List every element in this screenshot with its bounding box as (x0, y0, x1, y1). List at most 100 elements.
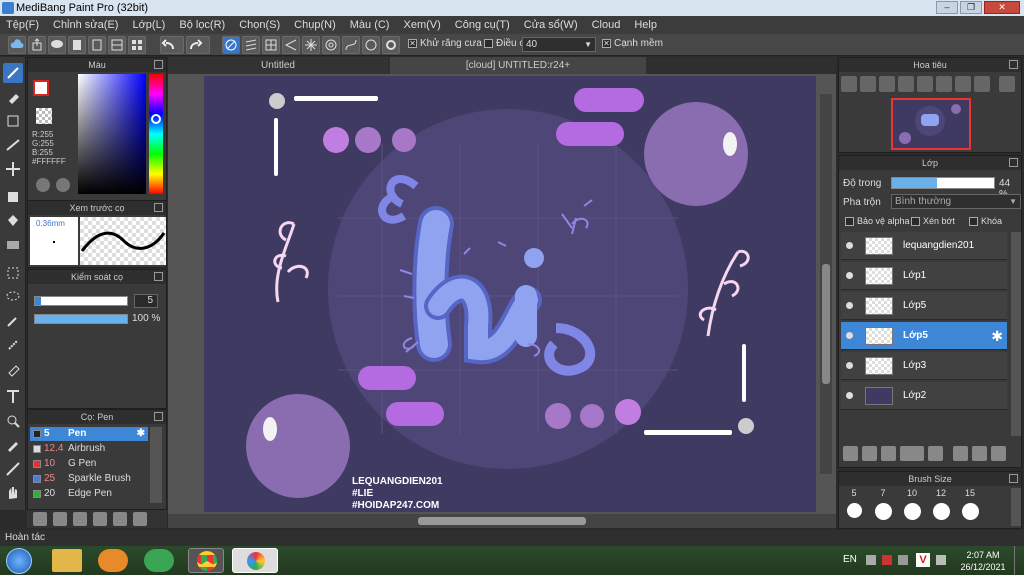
layer-item[interactable]: Lớp1 (841, 262, 1007, 290)
language-indicator[interactable]: EN (843, 554, 857, 565)
primary-color-swatch[interactable] (33, 80, 49, 96)
tray-volume-icon[interactable] (936, 555, 946, 565)
select-tool-icon[interactable] (3, 263, 23, 283)
brush-tool-icon[interactable] (3, 63, 23, 83)
grid-icon[interactable] (128, 36, 146, 54)
layer-list-scrollbar[interactable] (1011, 232, 1021, 436)
circle-snap-icon[interactable] (322, 36, 340, 54)
antialias-checkbox[interactable]: ✕ Khử răng cưa (408, 38, 482, 49)
tab-cloud-untitled[interactable]: [cloud] UNTITLED:r24+ (390, 57, 646, 74)
delete-layer-icon[interactable] (991, 446, 1006, 461)
layer-item[interactable]: Lớp3 (841, 352, 1007, 380)
visibility-eye-icon[interactable] (846, 272, 853, 279)
fill-rect-tool-icon[interactable] (3, 187, 23, 207)
tray-shield-icon[interactable] (882, 555, 892, 565)
brush-size-preset[interactable]: 10 (899, 488, 925, 520)
fit-window-icon[interactable] (879, 76, 895, 92)
brush-upload-icon[interactable] (33, 512, 47, 526)
cloud-icon[interactable] (8, 36, 26, 54)
radial-snap-icon[interactable] (302, 36, 320, 54)
bucket-tool-icon[interactable] (3, 211, 23, 231)
add-layer-dropdown-icon[interactable] (900, 446, 924, 461)
flip-icon[interactable] (955, 76, 971, 92)
canvas-horizontal-scrollbar[interactable] (168, 514, 836, 528)
tab-untitled[interactable]: Untitled (168, 57, 388, 74)
minimize-button[interactable]: – (936, 1, 958, 14)
color-sv-picker[interactable] (78, 74, 146, 194)
layer-item[interactable]: lequangdien201 (841, 232, 1007, 260)
menu-layer[interactable]: Lớp(L) (132, 19, 165, 31)
visibility-eye-icon[interactable] (846, 302, 853, 309)
brush-new-icon[interactable] (53, 512, 67, 526)
folder-icon[interactable] (928, 446, 943, 461)
menu-select[interactable]: Chọn(S) (239, 19, 280, 31)
brush-copy-icon[interactable] (133, 512, 147, 526)
tray-v-icon[interactable]: V (916, 553, 930, 567)
menu-color[interactable]: Màu (C) (350, 19, 390, 31)
folder-icon[interactable] (113, 512, 127, 526)
operation-tool-icon[interactable] (3, 411, 23, 431)
soft-edge-checkbox[interactable]: ✕ Cạnh mềm (602, 38, 663, 49)
maximize-button[interactable]: ❐ (960, 1, 982, 14)
move-tool-icon[interactable] (3, 159, 23, 179)
parallel-snap-icon[interactable] (242, 36, 260, 54)
brush-list-scrollbar[interactable] (150, 427, 162, 503)
gradient-tool-icon[interactable] (3, 235, 23, 255)
menu-tools[interactable]: Công cụ(T) (455, 19, 510, 31)
actual-size-icon[interactable] (898, 76, 914, 92)
visibility-eye-icon[interactable] (846, 362, 853, 369)
merge-down-icon[interactable] (972, 446, 987, 461)
panel-popout-icon[interactable] (1009, 60, 1018, 69)
color-history-icon[interactable] (56, 178, 70, 192)
adjust-value-dropdown[interactable]: 40 ▼ (522, 37, 596, 52)
reset-view-icon[interactable] (974, 76, 990, 92)
visibility-eye-icon[interactable] (846, 242, 853, 249)
new-8bit-layer-icon[interactable] (881, 446, 896, 461)
text-tool-icon[interactable] (3, 387, 23, 407)
lock-checkbox[interactable]: Khóa (969, 216, 1002, 227)
vertical-scroll-thumb[interactable] (822, 264, 830, 384)
gear-icon[interactable]: ✱ (991, 328, 1003, 345)
comment-icon[interactable] (48, 36, 66, 54)
magic-wand-icon[interactable] (3, 311, 23, 331)
eyedropper-tool-icon[interactable] (3, 435, 23, 455)
layer-opacity-slider[interactable] (891, 177, 995, 189)
media-player-icon[interactable] (98, 549, 128, 572)
artwork-canvas[interactable]: LEQUANGDIEN201 #LIE #HOIDAP247.COM (168, 74, 836, 514)
brush-size-preset[interactable]: 12 (928, 488, 954, 520)
gear-icon[interactable] (382, 36, 400, 54)
vanishing-snap-icon[interactable] (282, 36, 300, 54)
layer-item-selected[interactable]: Lớp5 ✱ (841, 322, 1007, 350)
medibang-taskbar-icon[interactable] (232, 548, 278, 573)
snap-off-icon[interactable] (222, 36, 240, 54)
transparent-swatch[interactable] (36, 108, 52, 124)
canvas-area[interactable]: LEQUANGDIEN201 #LIE #HOIDAP247.COM (168, 74, 836, 514)
hue-handle[interactable] (151, 114, 161, 124)
divide-tool-icon[interactable] (3, 459, 23, 479)
brush-item-gpen[interactable]: 10 G Pen (30, 457, 148, 471)
brush-item-pen[interactable]: 5 Pen ✱ (30, 427, 148, 441)
menu-file[interactable]: Tệp(F) (6, 19, 39, 31)
tray-arrow-icon[interactable] (866, 555, 876, 565)
menu-window[interactable]: Cửa sổ(W) (524, 19, 578, 31)
brush-add-icon[interactable] (73, 512, 87, 526)
new-halftone-layer-icon[interactable] (862, 446, 877, 461)
horizontal-scroll-thumb[interactable] (418, 517, 586, 525)
layer-item[interactable]: Lớp5 (841, 292, 1007, 320)
blend-mode-dropdown[interactable]: Bình thường ▼ (891, 194, 1021, 209)
gear-icon[interactable]: ✱ (137, 427, 145, 441)
panel-popout-icon[interactable] (154, 412, 163, 421)
rectangle-tool-icon[interactable] (3, 111, 23, 131)
brush-size-input[interactable]: 5 (134, 294, 158, 308)
chrome-icon[interactable] (188, 548, 224, 573)
undo-button[interactable] (160, 36, 184, 54)
brush-item-edge-pen[interactable]: 20 Edge Pen (30, 487, 148, 501)
zoom-in-icon[interactable] (841, 76, 857, 92)
page-icon[interactable] (88, 36, 106, 54)
panel-popout-icon[interactable] (154, 203, 163, 212)
eraser-tool-icon[interactable] (3, 87, 23, 107)
brush-item-airbrush[interactable]: 12.4 Airbrush (30, 442, 148, 456)
show-desktop-button[interactable] (1014, 546, 1024, 575)
tray-network-icon[interactable] (898, 555, 908, 565)
export-icon[interactable] (28, 36, 46, 54)
